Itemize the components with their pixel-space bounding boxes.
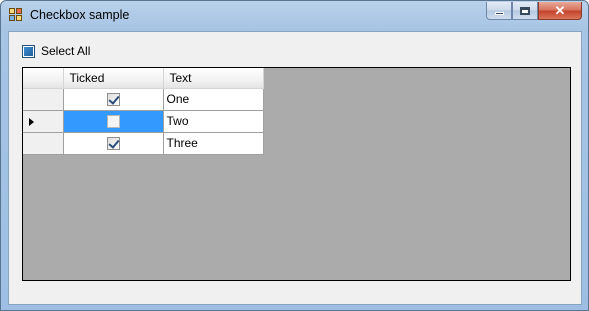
ticked-cell[interactable] [63, 132, 164, 155]
header-corner-cell[interactable] [23, 68, 64, 89]
minimize-icon [494, 12, 504, 15]
ticked-checkbox[interactable] [106, 115, 120, 129]
header-row: Ticked Text [23, 68, 264, 89]
row-header[interactable] [23, 88, 64, 111]
text-cell[interactable]: One [163, 88, 264, 111]
grid-table: Ticked Text One Two Three [23, 68, 264, 155]
window-title: Checkbox sample [30, 8, 130, 22]
table-row[interactable]: Three [23, 132, 264, 155]
form-app-icon[interactable] [9, 8, 23, 22]
ticked-cell[interactable] [63, 110, 164, 133]
form-client-area: Select All Ticked Text One Two Three [8, 31, 582, 305]
column-header-text[interactable]: Text [163, 68, 264, 89]
row-header[interactable] [23, 110, 64, 133]
column-header-ticked[interactable]: Ticked [63, 68, 164, 89]
caption-buttons: ✕ [486, 2, 582, 21]
minimize-button[interactable] [486, 2, 512, 20]
select-all-label[interactable]: Select All [41, 44, 90, 58]
text-cell[interactable]: Three [163, 132, 264, 155]
grid-body: One Two Three [23, 88, 264, 155]
table-row[interactable]: Two [23, 110, 264, 133]
close-icon: ✕ [554, 2, 566, 18]
text-cell[interactable]: Two [163, 110, 264, 133]
select-all-box[interactable] [22, 44, 35, 58]
title-bar[interactable]: Checkbox sample ✕ [1, 1, 588, 31]
maximize-icon [520, 6, 530, 15]
indeterminate-indicator [24, 46, 33, 56]
ticked-checkbox[interactable] [106, 93, 120, 107]
main-window: Checkbox sample ✕ Select All Ticked Text… [0, 0, 589, 311]
ticked-cell[interactable] [63, 88, 164, 111]
data-grid-view[interactable]: Ticked Text One Two Three [22, 67, 571, 281]
current-row-arrow-icon [29, 117, 34, 126]
maximize-button[interactable] [512, 2, 538, 20]
ticked-checkbox[interactable] [106, 137, 120, 151]
close-button[interactable]: ✕ [538, 2, 582, 20]
table-row[interactable]: One [23, 88, 264, 111]
row-header[interactable] [23, 132, 64, 155]
select-all-checkbox[interactable]: Select All [22, 44, 90, 58]
